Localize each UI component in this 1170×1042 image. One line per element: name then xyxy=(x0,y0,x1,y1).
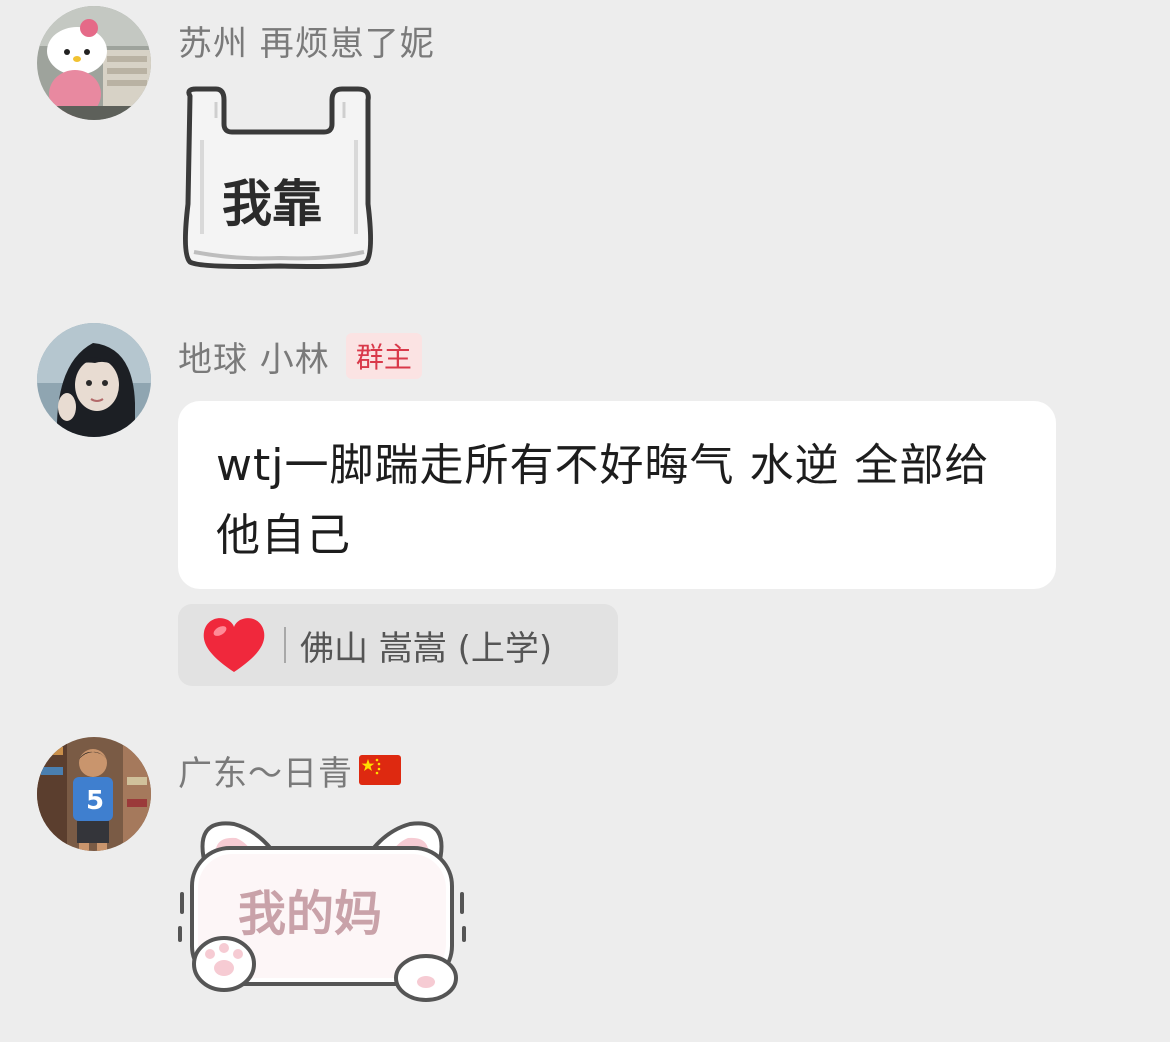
sender-name-row: 广东～日青 xyxy=(178,746,401,795)
avatar-image: 5 xyxy=(37,737,151,851)
sticker-caption: 我的妈 xyxy=(238,886,383,942)
svg-text:5: 5 xyxy=(86,786,104,816)
china-flag-icon xyxy=(359,755,401,785)
cat-paw-sticker[interactable]: 我的妈 xyxy=(176,808,468,1004)
avatar[interactable]: 5 xyxy=(37,737,151,851)
sender-name[interactable]: 广东～日青 xyxy=(178,746,353,795)
chat-message: 5 广东～日青 我的妈 xyxy=(0,0,1170,1042)
